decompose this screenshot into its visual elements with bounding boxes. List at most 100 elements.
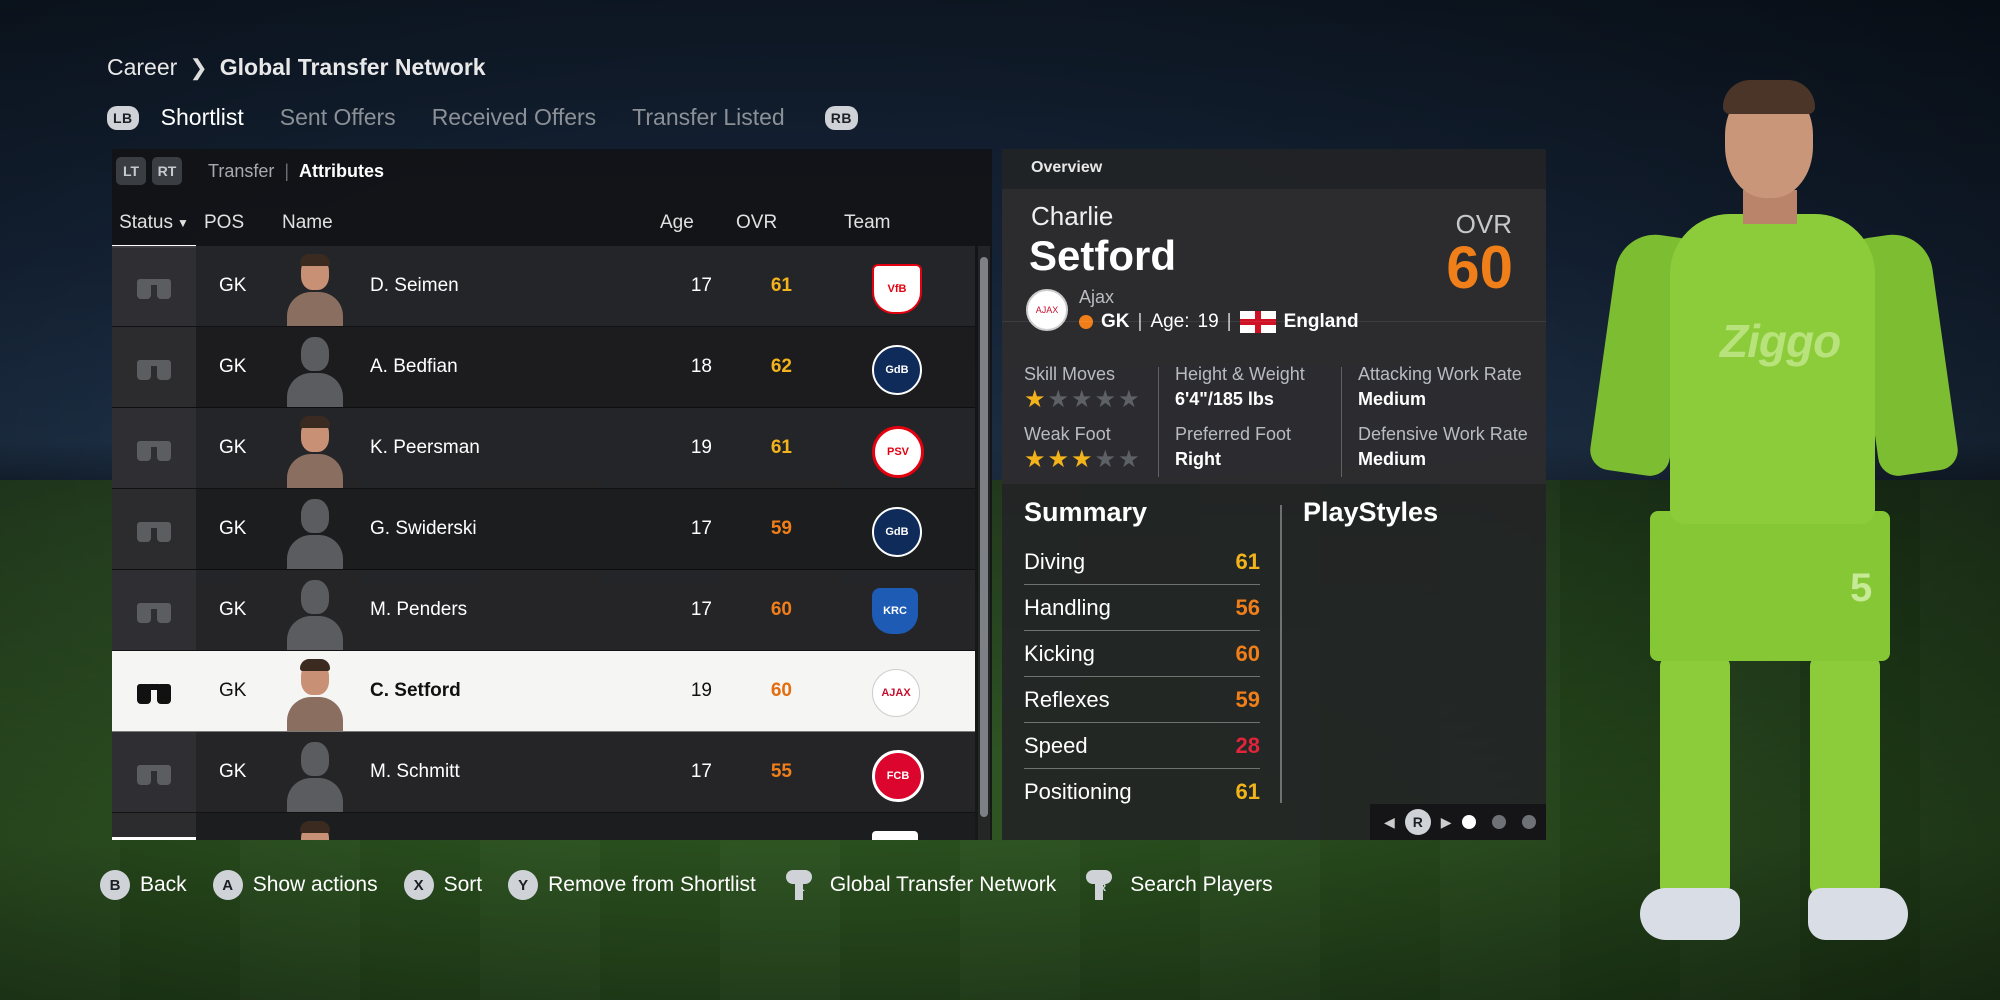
tab-transfer-listed[interactable]: Transfer Listed: [632, 104, 785, 131]
row-ovr: 55: [770, 761, 792, 782]
row-pos: GK: [219, 761, 247, 782]
status-column-underline: [112, 837, 196, 840]
tab-sent-offers[interactable]: Sent Offers: [280, 104, 396, 131]
player-nationality: England: [1283, 311, 1359, 332]
row-name: C. Setford: [370, 680, 461, 701]
summary-value: 61: [1235, 548, 1260, 574]
status-cell[interactable]: [112, 408, 196, 488]
lt-button-icon[interactable]: LT: [116, 157, 146, 185]
column-header-status[interactable]: Status ▼: [112, 201, 196, 248]
page-indicator[interactable]: ◀ R ▶: [1370, 804, 1546, 840]
summary-value: 59: [1235, 686, 1260, 712]
skill-moves-stars: ★ ★ ★ ★ ★: [1024, 386, 1140, 413]
subtab-transfer[interactable]: Transfer: [208, 161, 274, 182]
table-row[interactable]: GK G. Swiderski 17 59 GdB: [112, 489, 975, 570]
status-cell[interactable]: [112, 327, 196, 407]
tab-shortlist[interactable]: Shortlist: [161, 104, 244, 131]
row-name: K. Peersman: [370, 437, 480, 458]
a-button-icon: A: [212, 870, 243, 900]
y-button-icon: Y: [508, 870, 539, 900]
arrow-right-icon[interactable]: ▶: [1441, 814, 1452, 831]
status-cell[interactable]: [112, 489, 196, 569]
table-row[interactable]: GK M. Penders 17 60 KRC: [112, 570, 975, 651]
height-weight: Height & Weight 6'4"/185 lbs: [1175, 364, 1305, 410]
table-row[interactable]: GK M. Schmitt 17 55 FCB: [112, 732, 975, 813]
control-hint-label: Remove from Shortlist: [548, 873, 756, 896]
control-hint-remove-from-shortlist[interactable]: Y Remove from Shortlist: [508, 870, 756, 900]
column-header-name[interactable]: Name: [282, 201, 333, 245]
player-jersey: [1670, 214, 1875, 524]
team-crest-icon: AC: [872, 831, 918, 840]
player-first-name: Charlie: [1031, 201, 1114, 231]
row-ovr: 60: [770, 680, 792, 701]
control-hint-search-players[interactable]: R Search Players: [1082, 868, 1273, 902]
page-dot[interactable]: [1521, 815, 1536, 829]
control-hint-global-transfer-network[interactable]: L Global Transfer Network: [782, 868, 1056, 902]
player-avatar: [287, 414, 343, 488]
star-icon: ★: [1047, 446, 1070, 473]
team-crest-icon: FCB: [872, 750, 924, 802]
table-row[interactable]: GK D. Seimen 17 61 VfB: [112, 246, 975, 327]
row-name: G. Swiderski: [370, 518, 477, 539]
breadcrumb-current: Global Transfer Network: [219, 54, 486, 80]
x-button-icon: X: [403, 870, 434, 900]
divider: [1002, 321, 1546, 322]
arrow-left-icon[interactable]: ◀: [1384, 814, 1395, 831]
status-cell[interactable]: [112, 813, 196, 840]
status-cell[interactable]: [112, 732, 196, 812]
column-header-ovr[interactable]: OVR: [736, 201, 777, 245]
control-hint-sort[interactable]: X Sort: [403, 870, 482, 900]
summary-row: Reflexes 59: [1024, 677, 1260, 723]
binoculars-icon: [137, 759, 171, 785]
player-avatar: [287, 657, 343, 731]
column-header-pos[interactable]: POS: [204, 201, 244, 245]
control-hint-back[interactable]: B Back: [100, 870, 187, 900]
row-pos: GK: [219, 813, 246, 840]
controller-hints: B Back A Show actions X Sort Y Remove from Shor…: [100, 868, 1299, 902]
control-hint-show-actions[interactable]: A Show actions: [212, 870, 378, 900]
player-boot: [1640, 888, 1740, 940]
status-cell[interactable]: [112, 246, 196, 326]
subtab-attributes[interactable]: Attributes: [299, 161, 384, 182]
preferred-foot-label: Preferred Foot: [1175, 424, 1292, 444]
page-dot[interactable]: [1491, 815, 1506, 829]
left-stick-icon: L: [782, 868, 816, 902]
summary-value: 61: [1235, 778, 1260, 804]
table-row[interactable]: GK K. Peersman 19 61 PSV: [112, 408, 975, 489]
defensive-work-rate: Defensive Work Rate Medium: [1358, 424, 1528, 470]
table-row[interactable]: GK C. Setford 19 60 AJAX: [112, 651, 975, 732]
status-cell[interactable]: [112, 570, 196, 650]
scrollbar-thumb[interactable]: [980, 257, 988, 817]
rt-button-icon[interactable]: RT: [152, 157, 182, 185]
row-age: 19: [690, 437, 712, 458]
player-ovr: 60: [1446, 234, 1513, 301]
summary-label: Speed: [1024, 732, 1088, 758]
lb-button-icon[interactable]: LB: [107, 105, 139, 130]
preferred-foot: Preferred Foot Right: [1175, 424, 1291, 470]
status-cell[interactable]: [112, 651, 196, 731]
table-row[interactable]: GK A. Bedfian 18 62 GdB: [112, 327, 975, 408]
star-icon: ★: [1094, 446, 1117, 473]
overview-panel: Overview Charlie Setford OVR 60 AJAX Aja…: [1002, 149, 1546, 840]
skill-moves-label: Skill Moves: [1024, 364, 1116, 384]
column-header-team[interactable]: Team: [844, 201, 890, 245]
row-name: Á. Padilla: [370, 813, 450, 840]
page-dots: [1461, 815, 1536, 829]
player-position: GK: [1101, 311, 1130, 332]
rb-button-icon[interactable]: RB: [824, 105, 858, 130]
summary-list: Diving 61 Handling 56 Kicking 60 Reflexes 59 Spe…: [1024, 539, 1260, 814]
table-row[interactable]: GK Á. Padilla 19 63 AC: [112, 813, 975, 840]
r-stick-icon[interactable]: R: [1404, 809, 1431, 835]
sort-caret-icon: ▼: [176, 216, 189, 230]
page-dot[interactable]: [1461, 815, 1476, 829]
position-dot-icon: [1079, 315, 1093, 329]
tab-received-offers[interactable]: Received Offers: [432, 104, 596, 131]
column-header-age[interactable]: Age: [660, 201, 694, 245]
breadcrumb-parent[interactable]: Career: [107, 54, 177, 81]
star-icon: ★: [1024, 386, 1046, 413]
attacking-work-rate-value: Medium: [1358, 389, 1427, 409]
row-age: 19: [672, 813, 712, 840]
subtab-separator: |: [284, 160, 290, 181]
player-leg: [1660, 656, 1730, 896]
binoculars-icon: [137, 354, 171, 380]
